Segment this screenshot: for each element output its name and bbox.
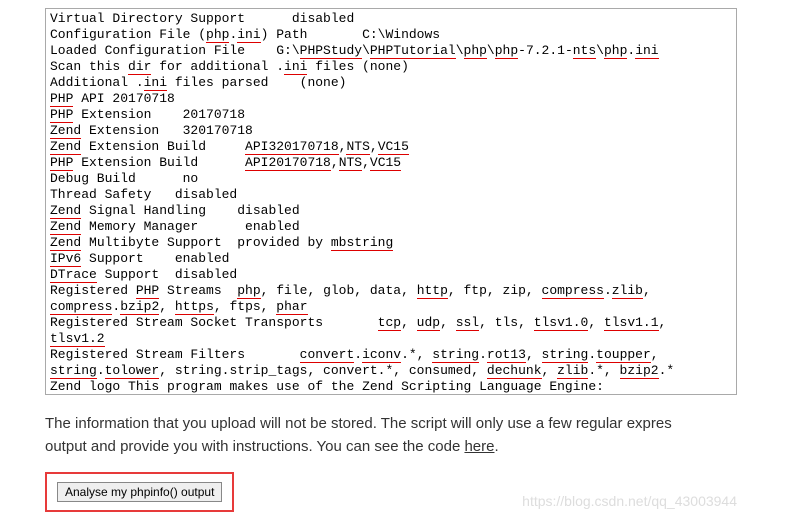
phpinfo-line: PHP Extension Build API20170718,NTS,VC15 [50,155,732,171]
watermark-text: https://blog.csdn.net/qq_43003944 [522,493,737,509]
phpinfo-line: Debug Build no [50,171,732,187]
phpinfo-textarea[interactable]: Virtual Directory Support disabledConfig… [45,8,737,395]
phpinfo-line: Registered PHP Streams php, file, glob, … [50,283,732,299]
phpinfo-line: tlsv1.2 [50,331,732,347]
phpinfo-line: Scan this dir for additional .ini files … [50,59,732,75]
analyse-button[interactable]: Analyse my phpinfo() output [57,482,222,502]
button-highlight-box: Analyse my phpinfo() output [45,472,234,512]
phpinfo-line: string.tolower, string.strip_tags, conve… [50,363,732,379]
phpinfo-line: PHP Extension 20170718 [50,107,732,123]
description-line2-prefix: output and provide you with instructions… [45,438,464,455]
upload-description: The information that you upload will not… [45,413,745,458]
phpinfo-line: compress.bzip2, https, ftps, phar [50,299,732,315]
phpinfo-line: Registered Stream Filters convert.iconv.… [50,347,732,363]
code-link[interactable]: here [464,438,494,455]
phpinfo-line: IPv6 Support enabled [50,251,732,267]
phpinfo-line: PHP API 20170718 [50,91,732,107]
phpinfo-line: Zend logo This program makes use of the … [50,379,732,395]
phpinfo-line: Zend Signal Handling disabled [50,203,732,219]
phpinfo-line: Zend Multibyte Support provided by mbstr… [50,235,732,251]
description-line2-suffix: . [494,438,498,455]
phpinfo-line: Configuration File (php.ini) Path C:\Win… [50,27,732,43]
description-line1: The information that you upload will not… [45,415,672,432]
phpinfo-line: Registered Stream Socket Transports tcp,… [50,315,732,331]
phpinfo-line: DTrace Support disabled [50,267,732,283]
phpinfo-line: Zend Extension Build API320170718,NTS,VC… [50,139,732,155]
phpinfo-line: Thread Safety disabled [50,187,732,203]
phpinfo-line: Zend Extension 320170718 [50,123,732,139]
phpinfo-line: Zend Memory Manager enabled [50,219,732,235]
phpinfo-line: Loaded Configuration File G:\PHPStudy\PH… [50,43,732,59]
phpinfo-line: Additional .ini files parsed (none) [50,75,732,91]
phpinfo-line: Virtual Directory Support disabled [50,11,732,27]
